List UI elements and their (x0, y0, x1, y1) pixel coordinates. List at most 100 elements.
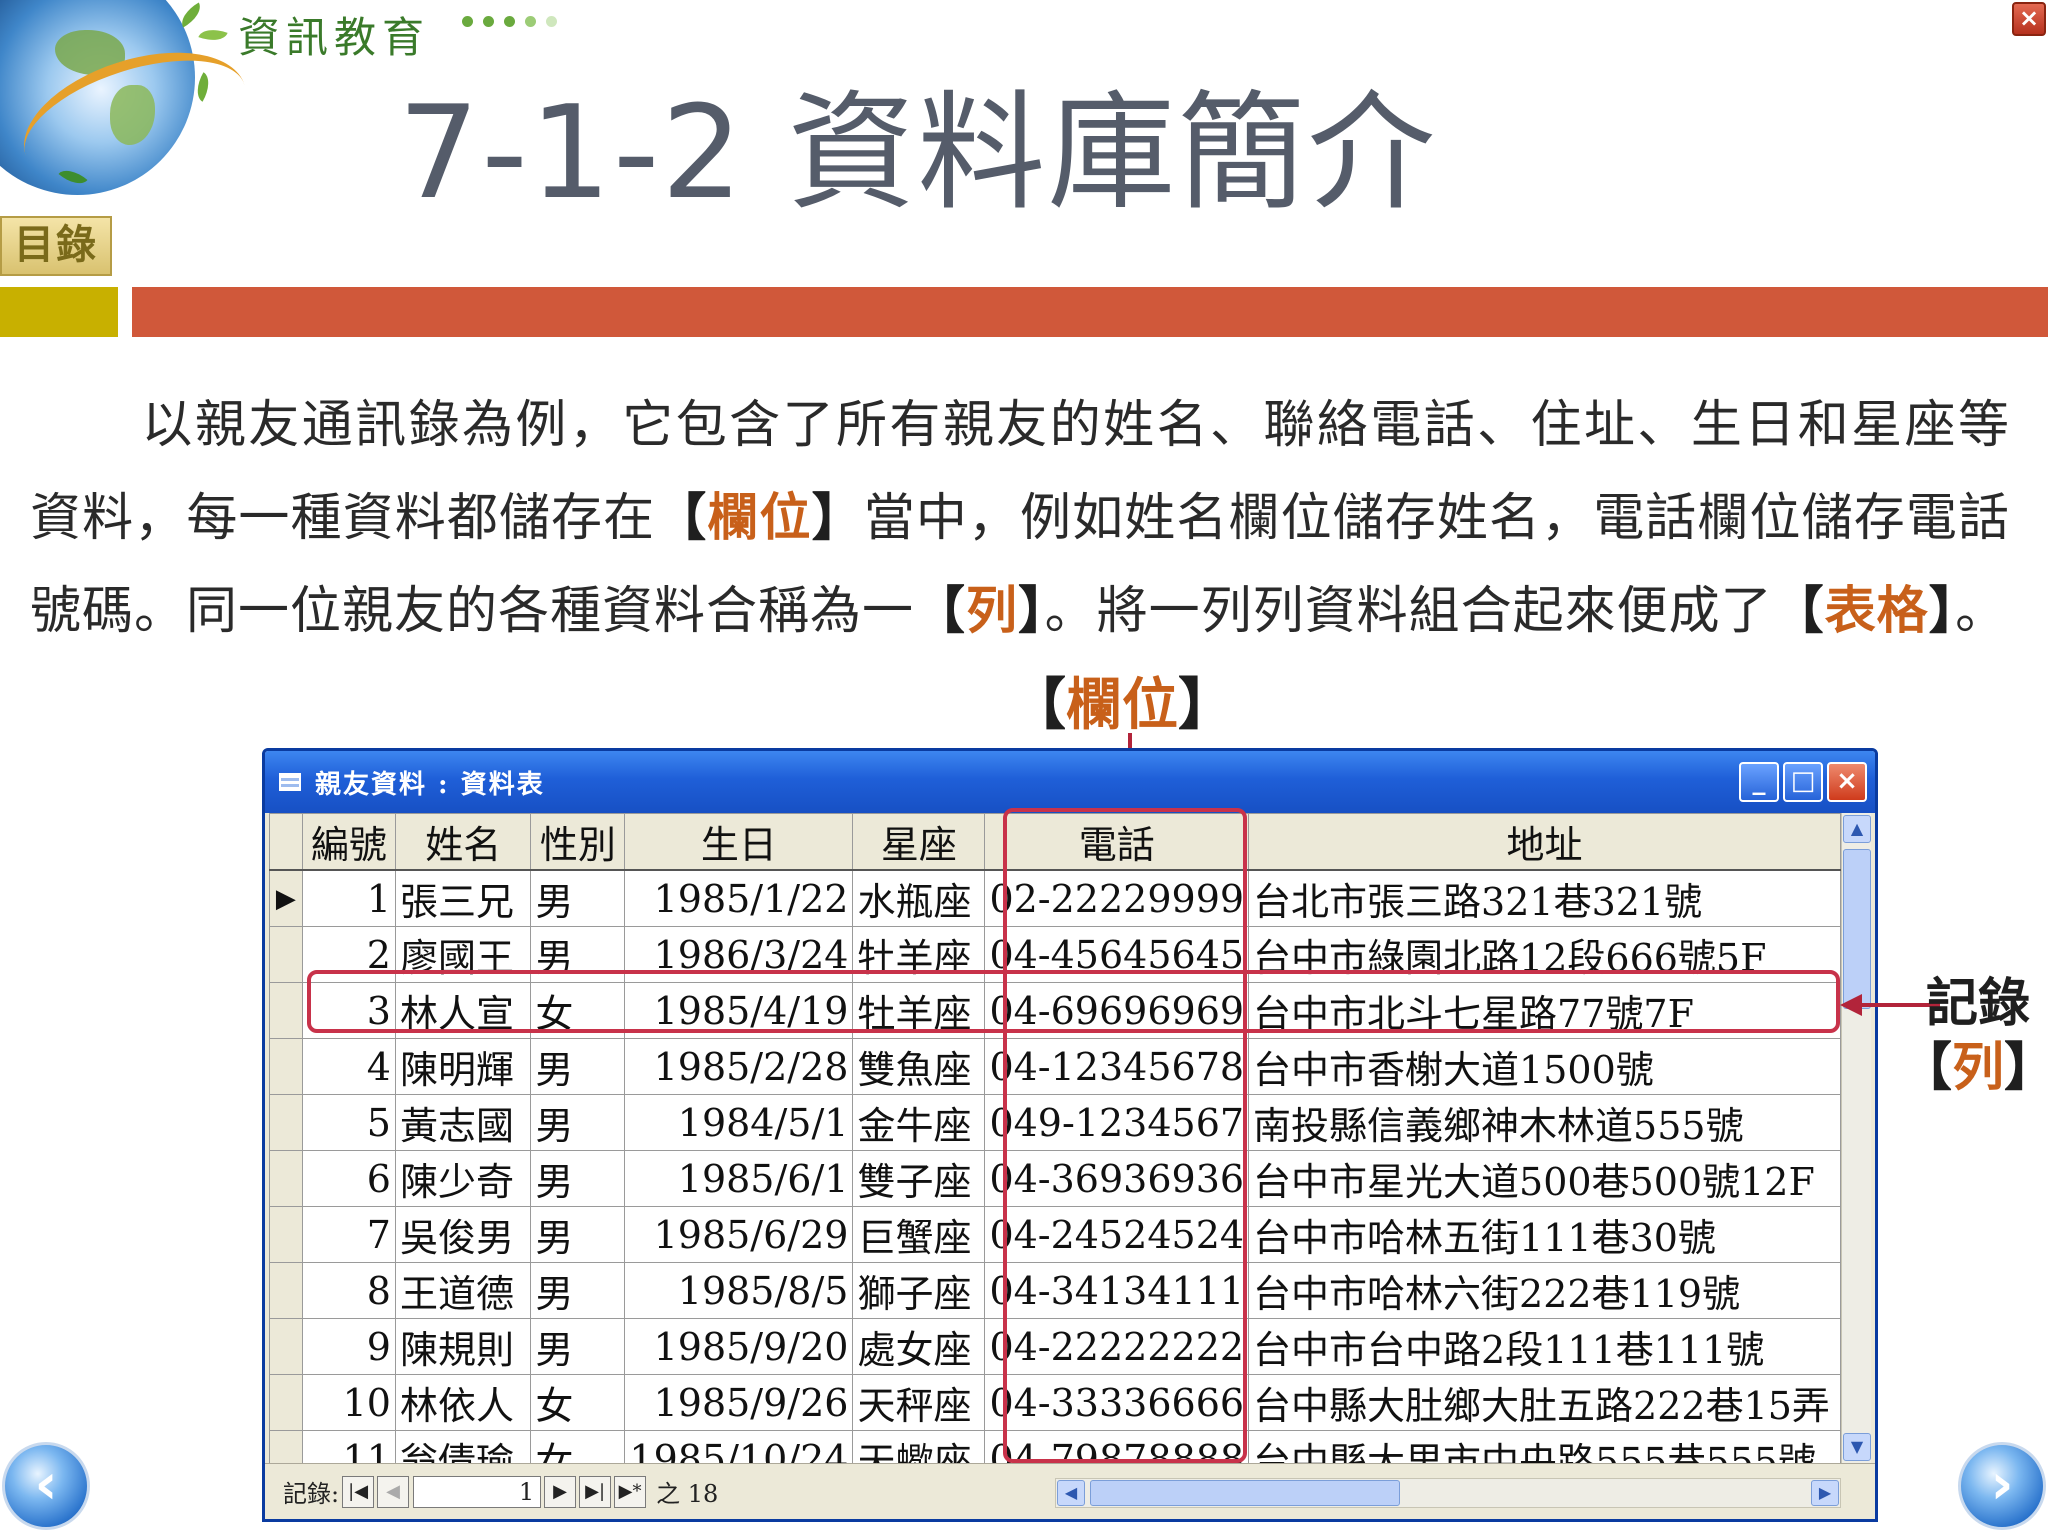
table-cell[interactable]: 5 (301, 1094, 396, 1151)
row-selector[interactable] (269, 1038, 303, 1095)
row-selector[interactable] (269, 1374, 303, 1431)
table-cell[interactable]: 林依人 (394, 1374, 532, 1431)
table-cell[interactable]: 張三兄 (394, 869, 532, 927)
table-cell[interactable]: 4 (301, 1038, 396, 1095)
table-cell[interactable]: 男 (530, 869, 626, 927)
table-cell[interactable]: 男 (530, 1206, 626, 1263)
keyword-table: 表格 (1824, 581, 1929, 641)
column-header[interactable]: 地址 (1248, 813, 1841, 871)
table-cell[interactable]: 台中市香榭大道1500號 (1248, 1038, 1841, 1095)
leaf-decoration (198, 23, 228, 47)
table-cell[interactable]: 1 (301, 869, 396, 927)
table-cell[interactable]: 男 (530, 1318, 626, 1375)
row-selector[interactable] (269, 982, 303, 1039)
table-cell[interactable]: 雙子座 (852, 1150, 986, 1207)
table-cell[interactable]: 吳俊男 (394, 1206, 532, 1263)
column-header[interactable]: 性別 (530, 813, 626, 871)
table-cell[interactable]: 女 (530, 1374, 626, 1431)
table-cell[interactable]: 陳少奇 (394, 1150, 532, 1207)
vertical-scrollbar[interactable]: ▲ ▼ (1841, 813, 1871, 1463)
minimize-button[interactable]: _ (1739, 762, 1779, 802)
next-record-button[interactable]: ▶ (544, 1475, 577, 1508)
row-selector[interactable] (269, 926, 303, 983)
row-selector[interactable]: ▶ (269, 869, 303, 927)
table-cell[interactable]: 處女座 (852, 1318, 986, 1375)
next-slide-button[interactable]: › (1958, 1442, 2046, 1530)
table-cell[interactable]: 台中縣大肚鄉大肚五路222巷15弄 (1248, 1374, 1841, 1431)
table-cell[interactable]: 10 (301, 1374, 396, 1431)
table-cell[interactable]: 6 (301, 1150, 396, 1207)
table-cell[interactable]: 南投縣信義鄉神木林道555號 (1248, 1094, 1841, 1151)
table-cell[interactable]: 天秤座 (852, 1374, 986, 1431)
table-cell[interactable]: 男 (530, 1038, 626, 1095)
table-cell[interactable]: 台北市張三路321巷321號 (1248, 869, 1841, 927)
column-header[interactable]: 星座 (852, 813, 986, 871)
table-cell[interactable]: 男 (530, 1150, 626, 1207)
table-cell[interactable]: 1985/6/1 (624, 1150, 854, 1207)
column-header[interactable]: 姓名 (394, 813, 532, 871)
table-cell[interactable]: 1985/8/5 (624, 1262, 854, 1319)
table-cell[interactable]: 1985/6/29 (624, 1206, 854, 1263)
table-cell[interactable]: 男 (530, 1094, 626, 1151)
current-record-input[interactable]: 1 (413, 1475, 542, 1508)
scroll-up-icon[interactable]: ▲ (1843, 815, 1871, 843)
row-selector[interactable] (269, 1206, 303, 1263)
first-record-button[interactable]: |◀ (342, 1475, 375, 1508)
table-cell[interactable]: 金牛座 (852, 1094, 986, 1151)
table-cell[interactable]: 台中市哈林六街222巷119號 (1248, 1262, 1841, 1319)
table-cell[interactable]: 台中市哈林五街111巷30號 (1248, 1206, 1841, 1263)
column-header[interactable]: 編號 (301, 813, 396, 871)
last-record-button[interactable]: ▶| (579, 1475, 612, 1508)
scroll-left-icon[interactable]: ◀ (1057, 1480, 1085, 1506)
table-cell[interactable]: 1985/2/28 (624, 1038, 854, 1095)
table-cell[interactable]: 天蠍座 (852, 1430, 986, 1463)
table-cell[interactable]: 台中縣大里市中央路555巷555號 (1248, 1430, 1841, 1463)
new-record-button[interactable]: ▶* (614, 1475, 647, 1508)
table-cell[interactable]: 黃志國 (394, 1094, 532, 1151)
record-nav-label: 記錄: (283, 1480, 340, 1508)
table-cell[interactable]: 1985/1/22 (624, 869, 854, 927)
body-paragraph: 以親友通訊錄為例，它包含了所有親友的姓名、聯絡電話、住址、生日和星座等資料，每一… (30, 396, 2010, 641)
table-cell[interactable]: 男 (530, 1262, 626, 1319)
table-cell[interactable]: 獅子座 (852, 1262, 986, 1319)
row-selector[interactable] (269, 1318, 303, 1375)
table-cell[interactable]: 1985/10/24 (624, 1430, 854, 1463)
row-selector[interactable] (269, 1262, 303, 1319)
table-cell[interactable]: 台中市台中路2段111巷111號 (1248, 1318, 1841, 1375)
table-cell[interactable]: 台中市星光大道500巷500號12F (1248, 1150, 1841, 1207)
table-cell[interactable]: 11 (301, 1430, 396, 1463)
scroll-right-icon[interactable]: ▶ (1811, 1480, 1839, 1506)
horizontal-scroll-thumb[interactable] (1090, 1480, 1400, 1506)
vertical-scroll-thumb[interactable] (1843, 849, 1871, 1009)
table-cell[interactable]: 1984/5/1 (624, 1094, 854, 1151)
previous-slide-button[interactable]: ‹ (2, 1442, 90, 1530)
select-all-corner[interactable] (269, 813, 303, 871)
scroll-down-icon[interactable]: ▼ (1843, 1433, 1871, 1461)
row-selector[interactable] (269, 1150, 303, 1207)
table-cell[interactable]: 8 (301, 1262, 396, 1319)
table-cell[interactable]: 水瓶座 (852, 869, 986, 927)
table-cell[interactable]: 翁倩瑜 (394, 1430, 532, 1463)
column-header[interactable]: 生日 (624, 813, 854, 871)
table-cell[interactable]: 雙魚座 (852, 1038, 986, 1095)
table-cell[interactable]: 1985/9/20 (624, 1318, 854, 1375)
table-cell[interactable]: 7 (301, 1206, 396, 1263)
close-slide-button[interactable]: × (2012, 2, 2046, 36)
table-cell[interactable]: 女 (530, 1430, 626, 1463)
keyword-field: 欄位 (707, 488, 812, 548)
row-selector[interactable] (269, 1094, 303, 1151)
window-titlebar[interactable]: 親友資料 : 資料表 _ □ × (265, 751, 1875, 813)
maximize-button[interactable]: □ (1783, 762, 1823, 802)
prev-record-button[interactable]: ◀ (377, 1475, 410, 1508)
table-cell[interactable]: 巨蟹座 (852, 1206, 986, 1263)
table-cell[interactable]: 王道德 (394, 1262, 532, 1319)
horizontal-scrollbar[interactable]: ◀ ▶ (1055, 1478, 1841, 1508)
row-selector[interactable] (269, 1430, 303, 1463)
table-cell[interactable]: 陳規則 (394, 1318, 532, 1375)
window-close-button[interactable]: × (1827, 762, 1867, 802)
record-callout: 記錄 【列】 (1900, 973, 2048, 1098)
toc-button[interactable]: 目錄 (0, 216, 112, 276)
table-cell[interactable]: 9 (301, 1318, 396, 1375)
table-cell[interactable]: 1985/9/26 (624, 1374, 854, 1431)
table-cell[interactable]: 陳明輝 (394, 1038, 532, 1095)
